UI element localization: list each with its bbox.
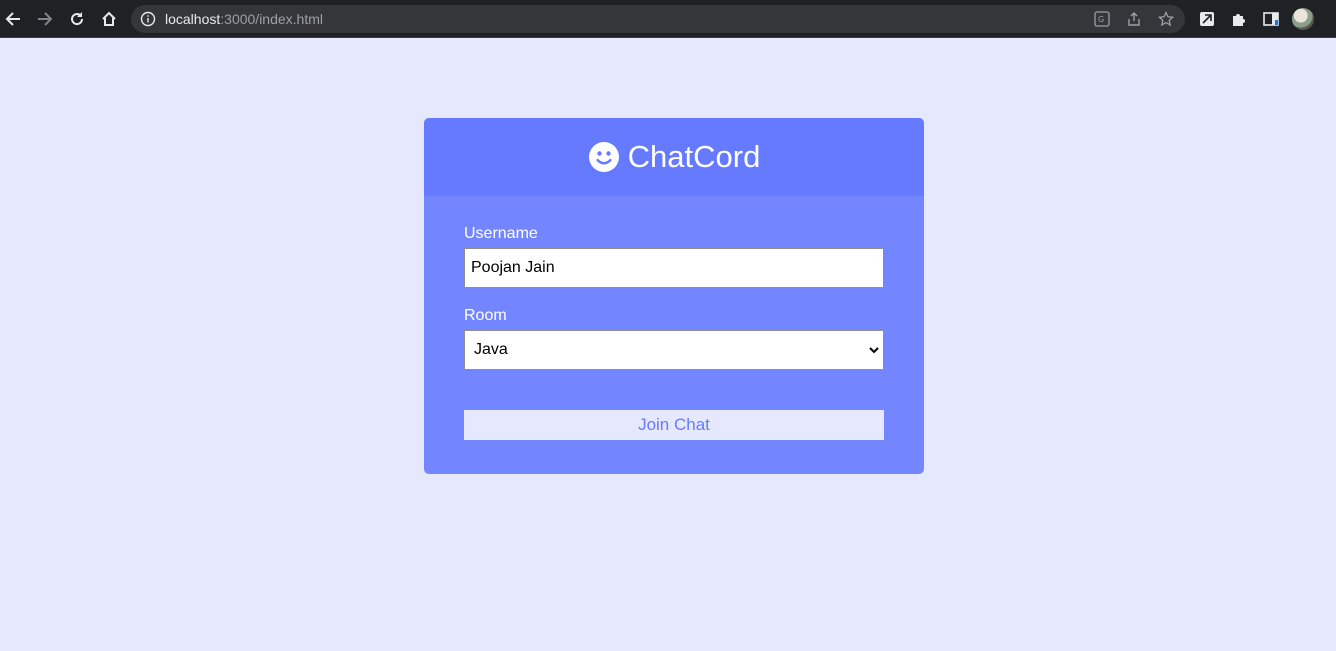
star-icon[interactable]: [1157, 10, 1175, 28]
app-title: ChatCord: [627, 139, 761, 174]
username-input[interactable]: [464, 248, 884, 288]
url-host: localhost: [165, 11, 221, 27]
join-form: Username Room Java Join Chat: [424, 196, 924, 470]
translate-icon[interactable]: G: [1093, 10, 1111, 28]
room-select[interactable]: Java: [464, 330, 884, 370]
share-icon[interactable]: [1125, 10, 1143, 28]
browser-toolbar: localhost:3000/index.html G: [0, 0, 1336, 38]
smile-icon: [588, 142, 619, 172]
home-icon[interactable]: [97, 7, 121, 31]
username-label: Username: [464, 225, 538, 242]
url-text: localhost:3000/index.html: [165, 11, 323, 27]
side-panel-icon[interactable]: [1261, 9, 1281, 29]
arrow-left-icon[interactable]: [1, 7, 25, 31]
svg-text:G: G: [1098, 15, 1104, 24]
room-label: Room: [464, 307, 507, 324]
url-path: :3000/index.html: [220, 11, 323, 27]
info-icon[interactable]: [140, 11, 156, 27]
room-select-value: Java: [464, 330, 884, 370]
room-group: Room Java: [464, 308, 884, 370]
reload-icon[interactable]: [65, 7, 89, 31]
profile-avatar[interactable]: [1292, 8, 1314, 30]
address-bar[interactable]: localhost:3000/index.html G: [131, 5, 1185, 33]
puzzle-icon[interactable]: [1229, 9, 1249, 29]
extension-icon[interactable]: [1197, 9, 1217, 29]
arrow-right-icon[interactable]: [33, 7, 57, 31]
username-group: Username: [464, 226, 884, 288]
join-header: ChatCord: [424, 118, 924, 196]
join-chat-button[interactable]: Join Chat: [464, 410, 884, 440]
join-card: ChatCord Username Room Java Join Chat: [424, 118, 924, 474]
chevron-down-icon: [869, 347, 879, 354]
